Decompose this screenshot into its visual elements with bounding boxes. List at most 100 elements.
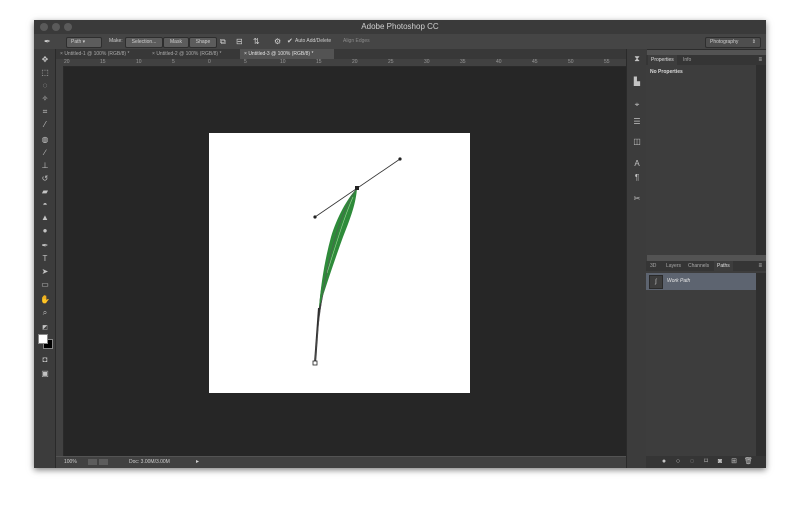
- tab-paths[interactable]: Paths: [714, 261, 733, 271]
- tab-label: Untitled-1 @ 100% (RGB/8) *: [64, 51, 130, 57]
- make-label: Make:: [109, 38, 123, 44]
- type-tool-icon[interactable]: T: [40, 254, 50, 264]
- feather-vane: [319, 188, 357, 308]
- make-shape-button[interactable]: Shape: [189, 37, 217, 48]
- path-arrangement-icon[interactable]: ⇅: [253, 37, 260, 46]
- path-selection-tool-icon[interactable]: ➤: [40, 267, 50, 277]
- properties-panel-tabs: Properties Info ≡: [646, 55, 766, 65]
- dodge-tool-icon[interactable]: ●: [40, 226, 50, 236]
- tab-properties[interactable]: Properties: [648, 55, 677, 65]
- pen-tool-icon[interactable]: ✒: [40, 241, 50, 251]
- gear-icon[interactable]: ⚙: [274, 37, 281, 46]
- layer-comps-icon[interactable]: ◫: [632, 137, 642, 147]
- ruler-label: 50: [568, 59, 574, 65]
- healing-brush-tool-icon[interactable]: ◍: [40, 135, 50, 145]
- tool-mode-select[interactable]: Path ▾: [66, 37, 102, 48]
- move-tool-icon[interactable]: ✥: [40, 55, 50, 65]
- document-tabs: × Untitled-1 @ 100% (RGB/8) * × Untitled…: [56, 49, 626, 59]
- screen-mode-icon[interactable]: ▣: [40, 369, 50, 379]
- tool-mode-label: Path: [71, 39, 82, 45]
- ruler-label: 25: [388, 59, 394, 65]
- zoom-level[interactable]: 100%: [64, 459, 77, 465]
- hand-tool-icon[interactable]: ✋: [40, 295, 50, 305]
- panel-menu-icon[interactable]: ≡: [758, 261, 762, 271]
- close-icon[interactable]: ×: [60, 51, 63, 57]
- status-menu-arrow-icon[interactable]: ▸: [196, 458, 199, 465]
- anchor-point[interactable]: [355, 186, 359, 190]
- quick-selection-tool-icon[interactable]: ✧: [40, 94, 50, 104]
- ruler-label: 15: [316, 59, 322, 65]
- path-operations-icon[interactable]: ⧉: [220, 37, 226, 46]
- options-bar: ✒ Path ▾ Make: Selection... Mask Shape ⧉…: [34, 34, 766, 50]
- tab-untitled-3[interactable]: × Untitled-3 @ 100% (RGB/8) *: [240, 49, 334, 59]
- horizontal-ruler: 20 15 10 5 0 5 10 15 20 25 30 35 40 45 5…: [56, 59, 626, 67]
- tab-3d[interactable]: 3D: [648, 261, 658, 271]
- new-path-icon[interactable]: ⊞: [730, 458, 738, 466]
- brush-presets-icon[interactable]: ⌖: [632, 100, 642, 110]
- canvas-area[interactable]: [64, 67, 626, 456]
- make-selection-button[interactable]: Selection...: [125, 37, 163, 48]
- paths-scrollbar[interactable]: [756, 273, 766, 456]
- blur-tool-icon[interactable]: ▲: [40, 213, 50, 223]
- anchor-point[interactable]: [312, 360, 318, 366]
- paragraph-panel-icon[interactable]: ¶: [632, 173, 642, 183]
- ruler-label: 15: [100, 59, 106, 65]
- zoom-tool-icon[interactable]: ⌕: [40, 308, 50, 318]
- fill-path-icon[interactable]: ●: [660, 458, 668, 466]
- panel-menu-icon[interactable]: ≡: [758, 55, 762, 65]
- zoom-window-button[interactable]: [64, 23, 72, 31]
- marquee-tool-icon[interactable]: ⬚: [40, 68, 50, 78]
- tools-presets-icon[interactable]: ✂: [632, 194, 642, 204]
- adjustments-panel-icon[interactable]: ☰: [632, 117, 642, 127]
- history-brush-tool-icon[interactable]: ↺: [40, 174, 50, 184]
- default-colors-icon[interactable]: ◩: [40, 323, 50, 333]
- eraser-tool-icon[interactable]: ▰: [40, 187, 50, 197]
- quick-mask-icon[interactable]: ◘: [40, 355, 50, 365]
- clone-stamp-tool-icon[interactable]: ⊥: [40, 161, 50, 171]
- path-alignment-icon[interactable]: ⊟: [236, 37, 243, 46]
- close-icon[interactable]: ×: [244, 51, 247, 57]
- path-item-work-path[interactable]: ∫ Work Path: [646, 273, 756, 290]
- eyedropper-tool-icon[interactable]: ⁄: [40, 120, 50, 130]
- tab-channels[interactable]: Channels: [686, 261, 711, 271]
- bezier-handle-point[interactable]: [313, 215, 317, 219]
- add-mask-icon[interactable]: ◙: [716, 458, 724, 466]
- status-bar: 100% Doc: 3.00M/3.00M ▸: [56, 457, 626, 468]
- ruler-label: 10: [280, 59, 286, 65]
- path-name[interactable]: Work Path: [667, 278, 690, 284]
- workspace-select[interactable]: Photography ⇕: [705, 37, 761, 48]
- load-as-selection-icon[interactable]: ◌: [688, 458, 696, 466]
- character-panel-icon[interactable]: A: [632, 159, 642, 169]
- bezier-handle-point[interactable]: [398, 157, 402, 161]
- lasso-tool-icon[interactable]: ◌: [40, 81, 50, 91]
- brush-tool-icon[interactable]: ∕: [40, 148, 50, 158]
- path-thumbnail: ∫: [649, 275, 663, 289]
- status-icon[interactable]: [88, 459, 97, 465]
- crop-tool-icon[interactable]: ⌗: [40, 107, 50, 117]
- tab-untitled-2[interactable]: × Untitled-2 @ 100% (RGB/8) *: [148, 49, 236, 59]
- tab-untitled-1[interactable]: × Untitled-1 @ 100% (RGB/8) *: [56, 49, 144, 59]
- rectangle-tool-icon[interactable]: ▭: [40, 280, 50, 290]
- make-work-path-icon[interactable]: ⌑: [702, 458, 710, 466]
- tab-info[interactable]: Info: [680, 55, 694, 65]
- history-panel-icon[interactable]: ⧗: [632, 54, 642, 64]
- delete-path-icon[interactable]: 🗑: [744, 458, 753, 466]
- status-icon[interactable]: [99, 459, 108, 465]
- pen-tool-icon[interactable]: ✒: [44, 37, 51, 46]
- stroke-path-icon[interactable]: ○: [674, 458, 682, 466]
- paths-panel: 3D Layers Channels Paths ≡ ∫ Work Path ●…: [646, 261, 766, 468]
- tab-label: Untitled-3 @ 100% (RGB/8) *: [248, 51, 314, 57]
- close-icon[interactable]: ×: [152, 51, 155, 57]
- ruler-label: 20: [352, 59, 358, 65]
- properties-scrollbar[interactable]: [756, 65, 766, 255]
- paint-bucket-tool-icon[interactable]: ◓: [40, 200, 50, 210]
- auto-add-delete-checkbox[interactable]: ✔: [287, 37, 293, 46]
- tab-layers[interactable]: Layers: [664, 261, 683, 271]
- histogram-panel-icon[interactable]: ▙: [632, 77, 642, 87]
- make-mask-button[interactable]: Mask: [163, 37, 189, 48]
- close-window-button[interactable]: [40, 23, 48, 31]
- no-properties-text: No Properties: [650, 69, 683, 75]
- document-canvas[interactable]: [209, 133, 470, 393]
- minimize-window-button[interactable]: [52, 23, 60, 31]
- foreground-color-swatch[interactable]: [38, 334, 48, 344]
